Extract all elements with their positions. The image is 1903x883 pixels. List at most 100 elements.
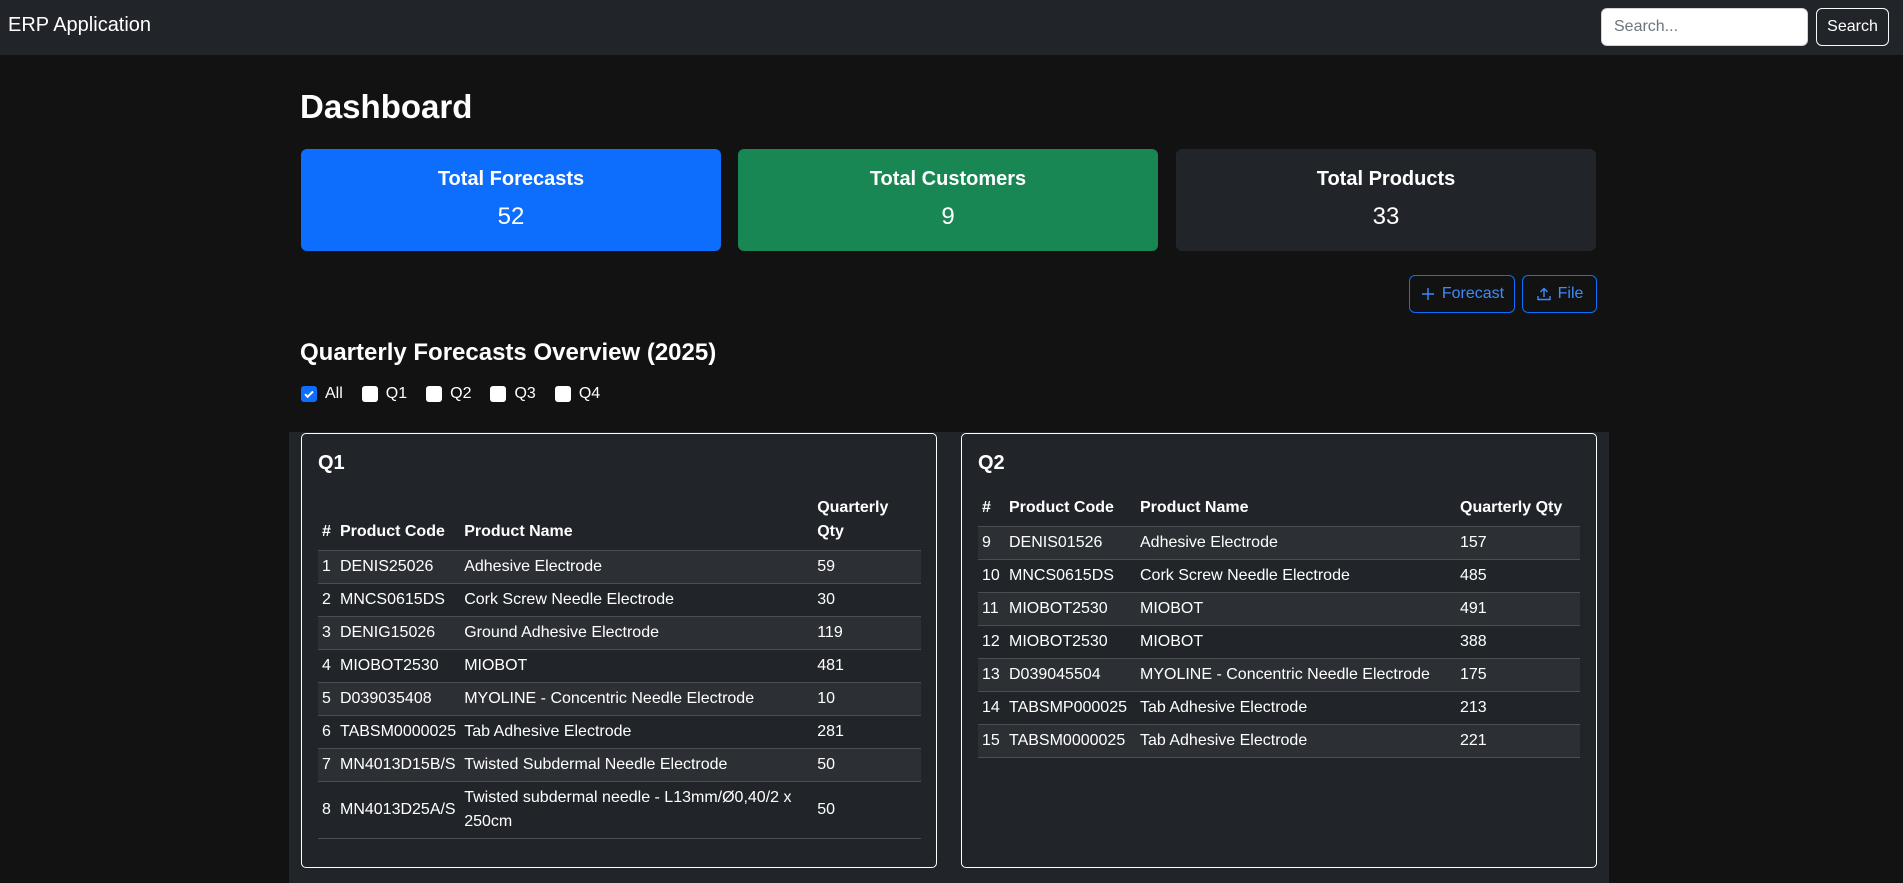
- cell-index: 14: [978, 691, 1005, 725]
- stat-card-forecasts: Total Forecasts 52: [301, 149, 721, 251]
- stat-title: Total Customers: [869, 168, 1027, 190]
- cell-quarterly-qty: 485: [1456, 559, 1580, 593]
- app-brand[interactable]: ERP Application: [8, 14, 151, 37]
- cell-product-name: Tab Adhesive Electrode: [1136, 724, 1456, 758]
- filter-label: All: [325, 385, 343, 402]
- table-row: 13 D039045504 MYOLINE - Concentric Needle …: [978, 658, 1580, 692]
- cell-index: 8: [318, 781, 336, 839]
- cell-product-name: MIOBOT: [1136, 592, 1456, 626]
- cell-index: 1: [318, 550, 336, 584]
- cell-product-name: MYOLINE - Concentric Needle Electrode: [460, 682, 814, 716]
- cell-product-code: DENIS25026: [335, 550, 461, 584]
- cell-quarterly-qty: 221: [1456, 724, 1580, 758]
- table-row: 6 TABSM0000025 Tab Adhesive Electrode 281: [318, 715, 921, 749]
- cell-index: 9: [978, 526, 1005, 560]
- cell-quarterly-qty: 50: [813, 781, 921, 839]
- upload-file-label: File: [1557, 285, 1584, 302]
- cell-index: 4: [318, 649, 336, 683]
- cell-quarterly-qty: 50: [813, 748, 921, 782]
- filter-all[interactable]: All: [301, 385, 343, 403]
- filter-label: Q3: [514, 385, 536, 402]
- stat-value: 9: [941, 203, 955, 230]
- table-row: 1 DENIS25026 Adhesive Electrode 59: [318, 550, 921, 584]
- checkbox-checked[interactable]: [301, 386, 317, 402]
- q1-table: # Product Code Product Name Quarterly Qt…: [318, 492, 921, 839]
- q1-card: Q1 # Product Code Product Name Quarterly…: [301, 433, 937, 868]
- stat-card-customers: Total Customers 9: [738, 149, 1158, 251]
- stat-title: Total Products: [1316, 168, 1456, 190]
- stat-value: 52: [497, 203, 525, 230]
- filter-q3[interactable]: Q3: [490, 385, 536, 403]
- checkbox[interactable]: [426, 386, 443, 402]
- table-row: 14 TABSMP000025 Tab Adhesive Electrode 213: [978, 691, 1580, 725]
- cell-index: 11: [978, 592, 1005, 626]
- filter-label: Q2: [450, 385, 472, 402]
- table-row: 9 DENIS01526 Adhesive Electrode 157: [978, 526, 1580, 560]
- cell-product-code: TABSMP000025: [1005, 691, 1136, 725]
- cell-quarterly-qty: 157: [1456, 526, 1580, 560]
- filter-label: Q4: [578, 385, 601, 402]
- cell-quarterly-qty: 119: [813, 616, 921, 650]
- table-row: 3 DENIG15026 Ground Adhesive Electrode 119: [318, 616, 921, 650]
- cell-product-code: DENIS01526: [1005, 526, 1136, 560]
- cell-index: 6: [318, 715, 336, 749]
- cell-index: 13: [978, 658, 1005, 692]
- table-row: 12 MIOBOT2530 MIOBOT 388: [978, 625, 1580, 659]
- table-row: 11 MIOBOT2530 MIOBOT 491: [978, 592, 1580, 626]
- table-header-row: # Product Code Product Name Quarterly Qt…: [978, 492, 1580, 527]
- cell-product-code: MN4013D25A/S: [335, 781, 461, 839]
- filter-q1[interactable]: Q1: [361, 385, 407, 403]
- checkbox[interactable]: [490, 386, 507, 402]
- checkbox[interactable]: [361, 386, 378, 402]
- search-input[interactable]: [1601, 8, 1808, 46]
- col-product-code: Product Code: [335, 492, 461, 551]
- filter-q4[interactable]: Q4: [554, 385, 601, 403]
- cell-product-name: Twisted Subdermal Needle Electrode: [460, 748, 814, 782]
- add-forecast-button[interactable]: Forecast: [1409, 275, 1515, 313]
- search-button[interactable]: Search: [1816, 8, 1889, 46]
- cell-product-name: MIOBOT: [1136, 625, 1456, 659]
- cell-product-code: D039035408: [335, 682, 461, 716]
- cell-product-code: TABSM0000025: [335, 715, 461, 749]
- cell-product-name: Ground Adhesive Electrode: [460, 616, 814, 650]
- check-icon: [304, 390, 314, 399]
- table-row: 15 TABSM0000025 Tab Adhesive Electrode 221: [978, 724, 1580, 758]
- checkbox[interactable]: [554, 386, 571, 402]
- cell-product-code: MNCS0615DS: [1005, 559, 1136, 593]
- filter-q2[interactable]: Q2: [426, 385, 471, 403]
- table-row: 4 MIOBOT2530 MIOBOT 481: [318, 649, 921, 683]
- stat-card-products: Total Products 33: [1176, 149, 1596, 251]
- cell-index: 15: [978, 724, 1005, 758]
- table-row: 5 D039035408 MYOLINE - Concentric Needle E…: [318, 682, 921, 716]
- upload-icon: [1536, 287, 1551, 301]
- stat-title: Total Forecasts: [437, 168, 585, 190]
- add-forecast-label: Forecast: [1441, 285, 1505, 302]
- cell-quarterly-qty: 213: [1456, 691, 1580, 725]
- cell-quarterly-qty: 481: [813, 649, 921, 683]
- col-product-code: Product Code: [1005, 492, 1136, 527]
- col-index: #: [318, 492, 336, 551]
- page-title: Dashboard: [300, 88, 473, 125]
- navbar: ERP Application Search: [0, 0, 1903, 55]
- q2-title: Q2: [978, 452, 1005, 474]
- cell-index: 2: [318, 583, 336, 617]
- cell-product-code: MIOBOT2530: [335, 649, 461, 683]
- col-product-name: Product Name: [1136, 492, 1456, 527]
- cell-quarterly-qty: 175: [1456, 658, 1580, 692]
- cell-product-code: MN4013D15B/S: [335, 748, 461, 782]
- q2-card: Q2 # Product Code Product Name Quarterly…: [961, 433, 1597, 868]
- cell-quarterly-qty: 59: [813, 550, 921, 584]
- cell-product-name: Twisted subdermal needle - L13mm/Ø0,40/2…: [460, 781, 814, 839]
- cell-product-code: MNCS0615DS: [335, 583, 461, 617]
- table-row: 8 MN4013D25A/S Twisted subdermal needle - …: [318, 781, 921, 839]
- cell-product-name: Adhesive Electrode: [460, 550, 814, 584]
- cell-index: 10: [978, 559, 1005, 593]
- upload-file-button[interactable]: File: [1522, 275, 1597, 313]
- cell-product-name: Adhesive Electrode: [1136, 526, 1456, 560]
- cell-product-name: Cork Screw Needle Electrode: [1136, 559, 1456, 593]
- stat-value: 33: [1372, 203, 1400, 230]
- cell-product-name: MIOBOT: [460, 649, 814, 683]
- cell-product-code: MIOBOT2530: [1005, 625, 1136, 659]
- q2-table: # Product Code Product Name Quarterly Qt…: [978, 492, 1580, 758]
- col-index: #: [978, 492, 1005, 527]
